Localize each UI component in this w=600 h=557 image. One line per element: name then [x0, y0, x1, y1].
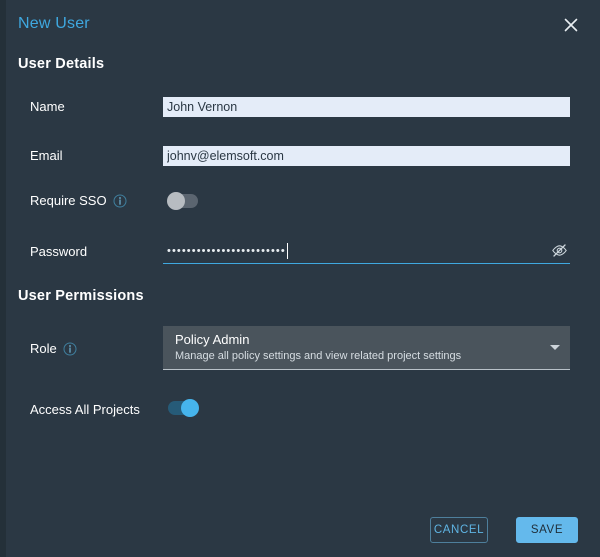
- toggle-knob: [181, 399, 199, 417]
- save-button[interactable]: SAVE: [516, 517, 578, 543]
- name-input[interactable]: [163, 97, 570, 117]
- section-title-user-permissions: User Permissions: [18, 288, 144, 304]
- password-input[interactable]: ••••••••••••••••••••••••: [163, 240, 570, 264]
- role-selected-description: Manage all policy settings and view rela…: [175, 350, 462, 362]
- cancel-button[interactable]: CANCEL: [430, 517, 488, 543]
- role-label: Role: [30, 341, 77, 356]
- password-label: Password: [30, 244, 88, 259]
- chevron-down-icon[interactable]: [550, 345, 560, 350]
- toggle-knob: [167, 192, 185, 210]
- role-label-text: Role: [30, 341, 57, 356]
- dialog-footer: CANCEL SAVE: [6, 505, 600, 557]
- access-all-projects-toggle[interactable]: [168, 399, 199, 417]
- role-selected-value: Policy Admin: [175, 332, 250, 347]
- new-user-dialog: New User User Details Name Email Require…: [6, 0, 600, 557]
- info-icon[interactable]: [113, 194, 127, 208]
- access-all-projects-label: Access All Projects: [30, 402, 140, 417]
- require-sso-toggle[interactable]: [167, 192, 198, 210]
- role-select[interactable]: Policy Admin Manage all policy settings …: [163, 326, 570, 370]
- close-icon[interactable]: [560, 14, 582, 36]
- require-sso-label-text: Require SSO: [30, 193, 107, 208]
- section-title-user-details: User Details: [18, 56, 105, 72]
- email-label: Email: [30, 148, 63, 163]
- eye-off-icon[interactable]: [550, 241, 568, 259]
- password-value: ••••••••••••••••••••••••: [167, 245, 286, 257]
- name-label: Name: [30, 99, 65, 114]
- email-input[interactable]: [163, 146, 570, 166]
- dialog-header: New User: [6, 0, 600, 50]
- require-sso-label: Require SSO: [30, 193, 127, 208]
- info-icon[interactable]: [63, 342, 77, 356]
- text-caret: [287, 243, 288, 259]
- dialog-title: New User: [18, 15, 90, 32]
